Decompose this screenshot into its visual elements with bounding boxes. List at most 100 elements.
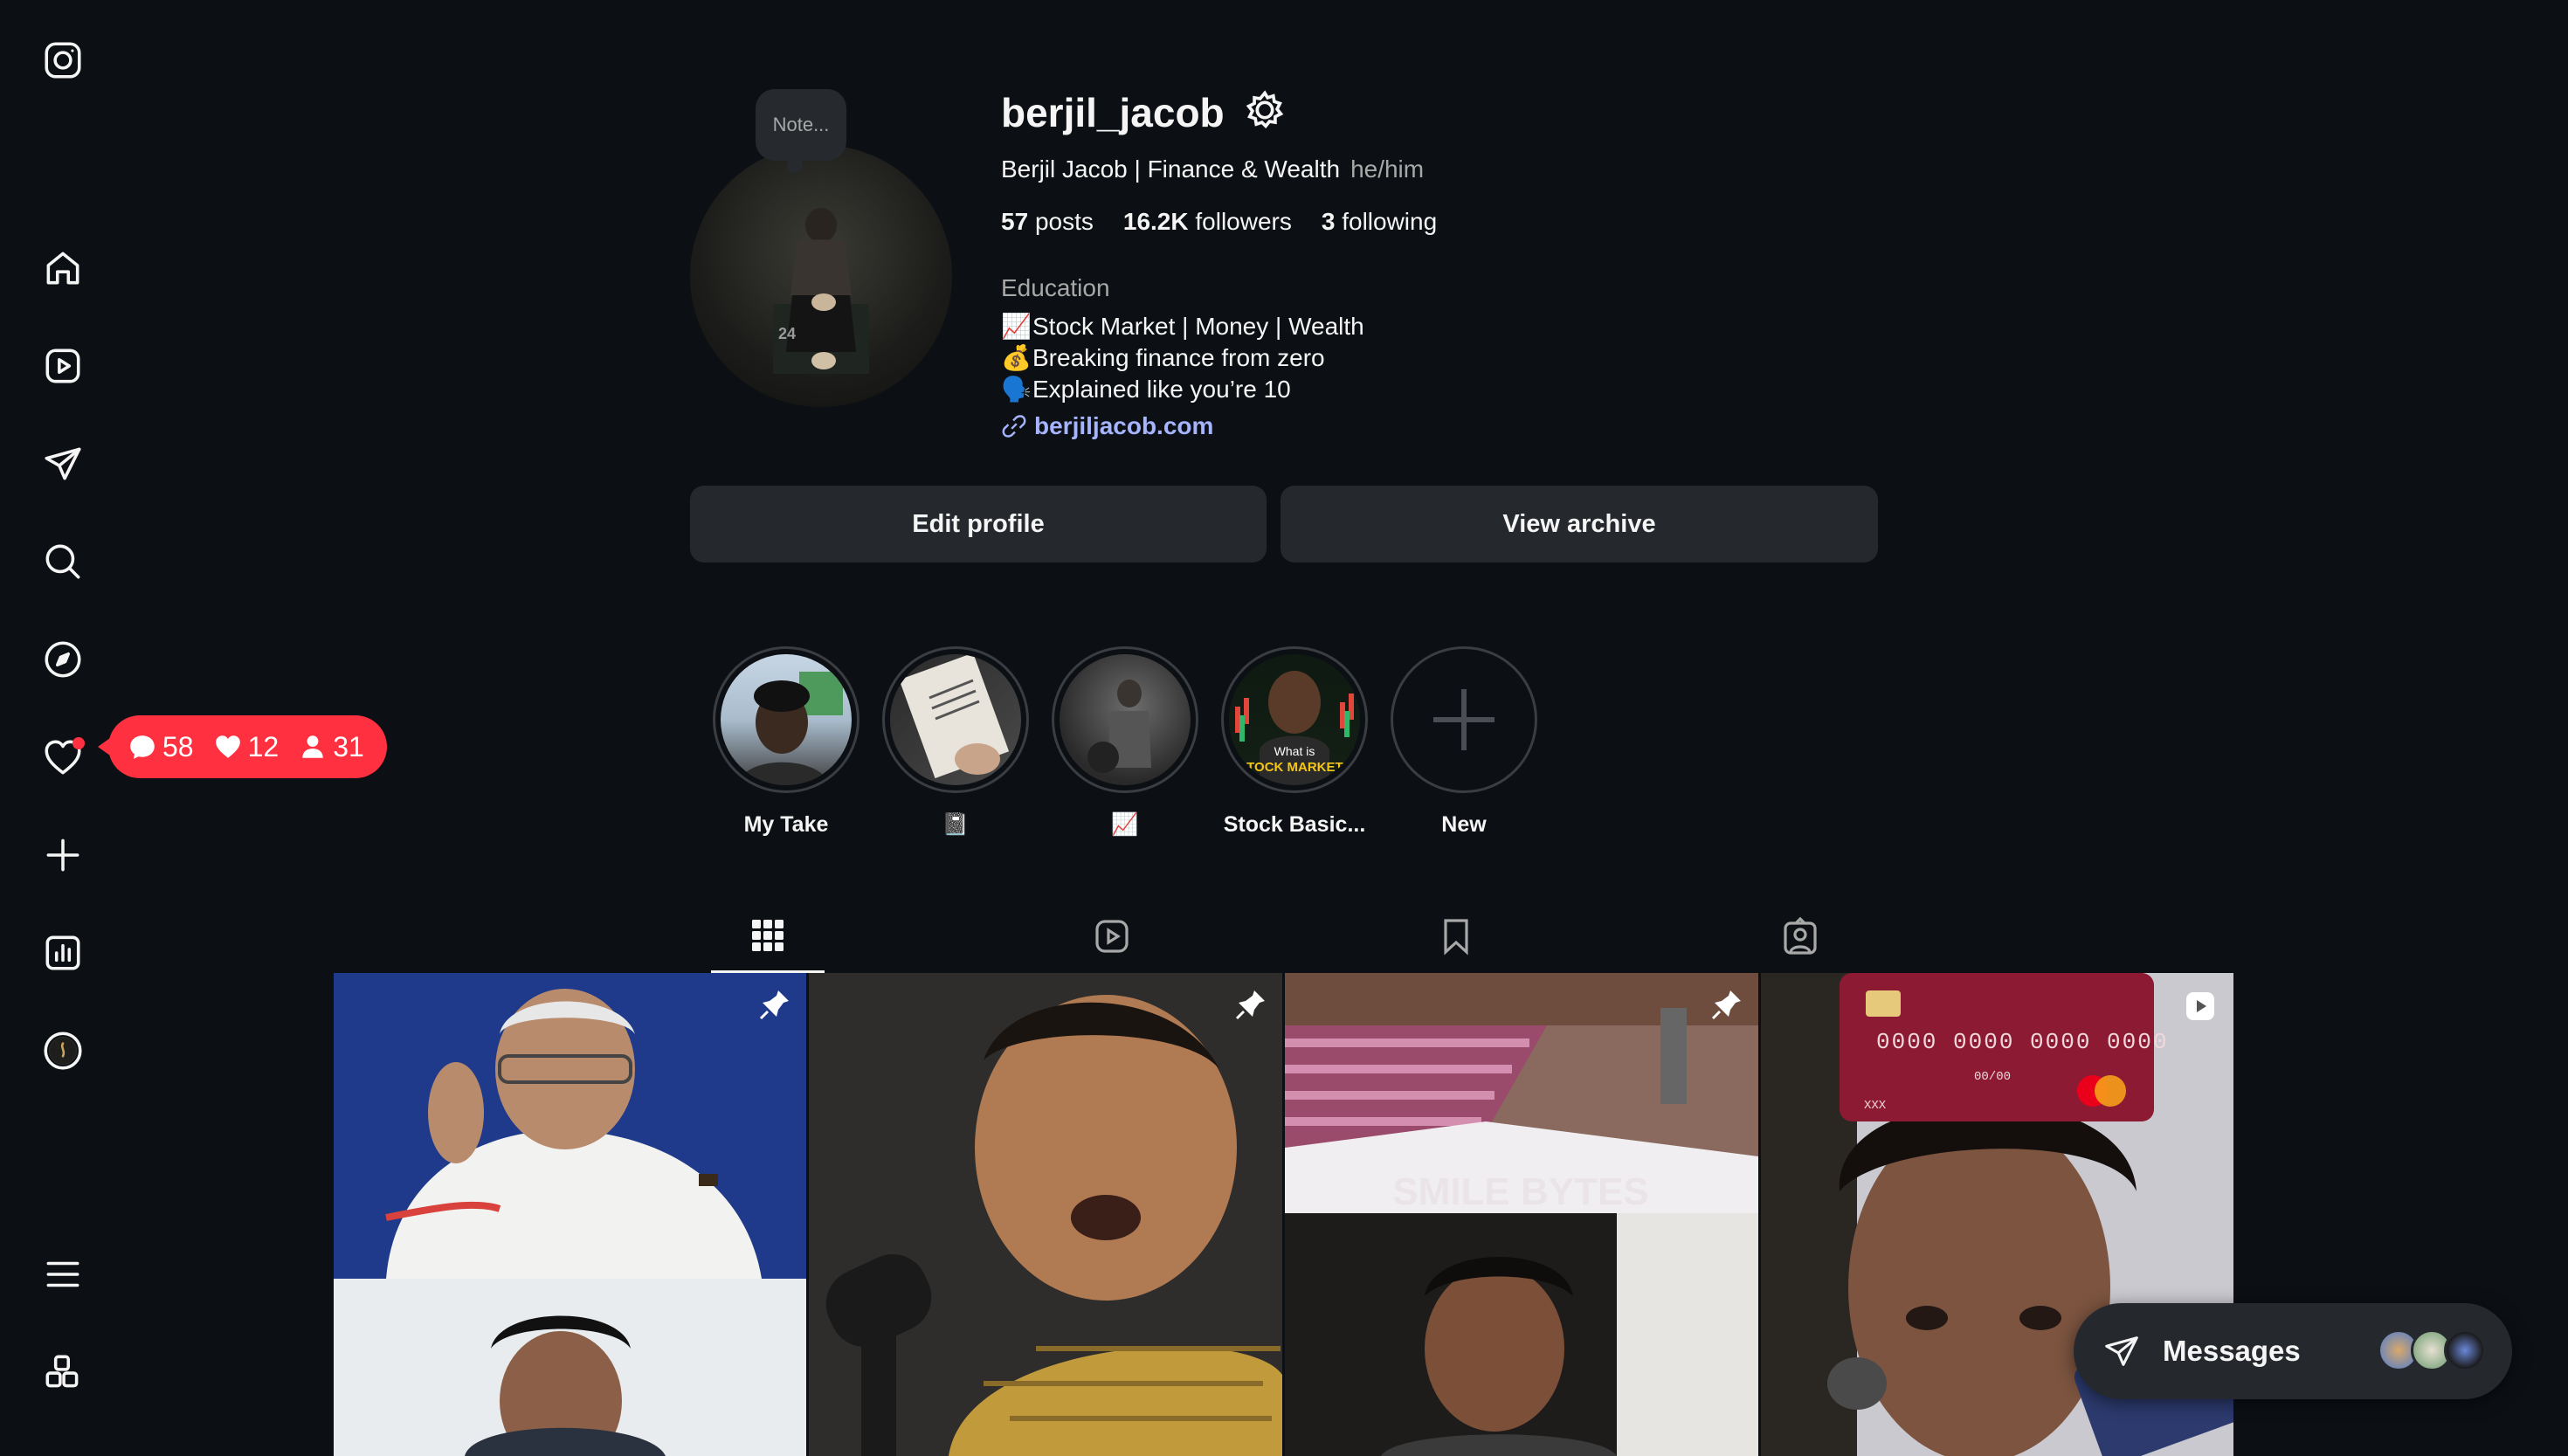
profile-tabs: [332, 900, 2233, 973]
username: berjil_jacob: [1001, 89, 1225, 135]
followers-label: followers: [1195, 208, 1292, 235]
bio: 📈 Stock Market | Money | Wealth 💰 Breaking…: [1001, 311, 1364, 405]
link-icon: [1002, 415, 1026, 438]
apps-icon[interactable]: [36, 1345, 90, 1399]
reels-icon: [1095, 920, 1129, 953]
tab-posts[interactable]: [711, 900, 825, 973]
note-bubble[interactable]: Note...: [756, 89, 846, 173]
bio-line: 💰 Breaking finance from zero: [1001, 342, 1364, 374]
avatar: [2444, 1329, 2486, 1371]
search-icon[interactable]: [36, 535, 90, 589]
profile-photo-figure: 24: [773, 208, 869, 374]
messages-widget[interactable]: Messages: [2074, 1303, 2512, 1399]
bio-text: Explained like you’re 10: [1032, 376, 1291, 403]
highlight-stock-basics[interactable]: What is STOCK MARKET? Stock Basic...: [1221, 646, 1368, 838]
plus-icon: [1433, 689, 1495, 750]
tab-tagged[interactable]: [1743, 900, 1857, 973]
likes-count-value: 12: [247, 730, 280, 763]
svg-text:24: 24: [778, 325, 796, 342]
highlight-notebook[interactable]: 📓: [882, 646, 1029, 838]
card-number: 0000 0000 0000 0000: [1876, 1029, 2168, 1055]
chart-emoji-icon: 📈: [1001, 313, 1032, 340]
highlight-cover: [721, 654, 852, 785]
pin-icon: [1233, 987, 1268, 1022]
highlight-my-take[interactable]: My Take: [713, 646, 859, 838]
pin-icon: [757, 987, 792, 1022]
following-stat[interactable]: 3 following: [1322, 208, 1437, 236]
website-link[interactable]: berjiljacob.com: [1001, 412, 1213, 440]
settings-gear-icon[interactable]: [1242, 87, 1287, 137]
posts-label: posts: [1034, 208, 1094, 235]
send-icon: [2105, 1336, 2138, 1366]
bio-line: 📈 Stock Market | Money | Wealth: [1001, 311, 1364, 342]
highlight-label: Stock Basic...: [1223, 812, 1366, 837]
following-label: following: [1342, 208, 1438, 235]
comments-count: 58: [128, 731, 194, 763]
highlight-chart[interactable]: 📈: [1052, 646, 1198, 838]
profile-stats: 57 posts 16.2K followers 3 following: [1001, 208, 1437, 236]
website-link-text: berjiljacob.com: [1034, 412, 1214, 439]
reel-indicator-icon: [2183, 989, 2218, 1024]
view-archive-button[interactable]: View archive: [1281, 486, 1878, 562]
profile-picture[interactable]: 24: [690, 145, 952, 407]
highlight-cover: [890, 654, 1021, 785]
person-icon: [302, 735, 323, 758]
posts-grid: SMILE BYTES 0000 0000 0000 0000 00/00 XX…: [334, 973, 2233, 1456]
comment-icon: [130, 735, 155, 759]
posts-count: 57: [1001, 208, 1029, 235]
menu-icon[interactable]: [36, 1247, 90, 1301]
grid-post[interactable]: [809, 973, 1282, 1456]
money-bag-emoji-icon: 💰: [1001, 344, 1032, 371]
highlight-label: 📈: [1111, 812, 1139, 837]
follows-count-value: 31: [333, 730, 364, 763]
highlight-label: New: [1441, 812, 1487, 837]
new-highlight-plus: [1398, 654, 1529, 785]
heart-filled-icon: [215, 735, 240, 758]
comments-count-value: 58: [162, 730, 194, 763]
profile-category: Education: [1001, 274, 1110, 301]
bio-text: Stock Market | Money | Wealth: [1032, 313, 1364, 340]
highlight-ring: [1391, 646, 1537, 793]
full-name-row: Berjil Jacob | Finance & Wealth he/him: [1001, 155, 1424, 183]
activity-notification-pill[interactable]: 58 12 31: [98, 715, 387, 778]
highlight-ring: [713, 646, 859, 793]
edit-profile-button[interactable]: Edit profile: [690, 486, 1267, 562]
note-placeholder: Note...: [772, 114, 830, 135]
tab-saved[interactable]: [1399, 900, 1513, 973]
followers-stat[interactable]: 16.2K followers: [1123, 208, 1292, 236]
home-icon[interactable]: [36, 241, 90, 295]
highlight-ring: [1052, 646, 1198, 793]
reels-icon[interactable]: [36, 339, 90, 393]
grid-post[interactable]: SMILE BYTES: [1285, 973, 1758, 1456]
instagram-logo-icon[interactable]: [36, 33, 90, 87]
highlight-new[interactable]: New: [1391, 646, 1537, 838]
plus-icon[interactable]: [36, 828, 90, 882]
bookmark-icon: [1444, 919, 1468, 956]
follows-count: 31: [298, 731, 364, 763]
tab-reels[interactable]: [1055, 900, 1169, 973]
post-thumbnail: [334, 973, 806, 1456]
bio-text: Breaking finance from zero: [1032, 344, 1325, 371]
compass-icon[interactable]: [36, 632, 90, 687]
post-thumbnail: [809, 973, 1282, 1456]
highlight-ring: What is STOCK MARKET?: [1221, 646, 1368, 793]
sidebar: [0, 0, 126, 1456]
highlight-overlay-line2: STOCK MARKET?: [1238, 760, 1351, 775]
heart-icon[interactable]: [36, 730, 90, 784]
message-avatars: [2378, 1329, 2486, 1371]
profile-avatar[interactable]: [36, 1024, 90, 1078]
grid-icon: [752, 919, 784, 951]
highlight-cover: [1060, 654, 1191, 785]
notification-dot: [72, 737, 85, 749]
bio-line: 🗣️ Explained like you’re 10: [1001, 374, 1364, 405]
speaking-head-emoji-icon: 🗣️: [1001, 376, 1032, 403]
grid-post[interactable]: [334, 973, 806, 1456]
insights-icon[interactable]: [36, 926, 90, 980]
send-icon[interactable]: [36, 437, 90, 491]
username-row: berjil_jacob: [1001, 87, 1287, 137]
tagged-icon: [1784, 916, 1817, 955]
pronouns: he/him: [1350, 155, 1425, 183]
post-overlay-text: SMILE BYTES: [1392, 1170, 1648, 1213]
highlight-label: 📓: [942, 812, 970, 837]
messages-label: Messages: [2163, 1335, 2301, 1367]
